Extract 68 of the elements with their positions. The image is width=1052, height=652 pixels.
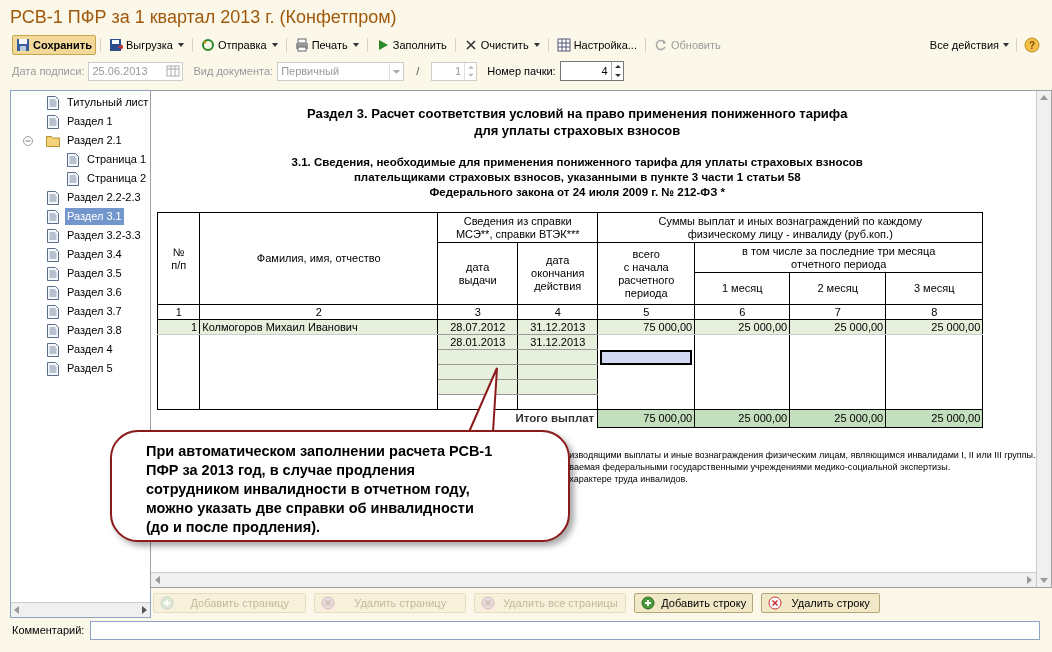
table-cell: 75 000,00	[643, 320, 693, 333]
totals-label: Итого выплат	[515, 412, 595, 424]
pack-number-field[interactable]: 4	[559, 61, 624, 81]
tree-item[interactable]: Раздел 5	[65, 360, 115, 377]
column-number: 3	[474, 305, 481, 318]
tree-item[interactable]: Раздел 2.1	[65, 132, 124, 149]
column-number: 4	[554, 305, 561, 318]
column-number: 1	[175, 305, 182, 318]
footnote-text: изводящими выплаты и иные вознаграждения физическим лицам, являющимся инвалидами I, II или III группы.	[569, 449, 1036, 461]
toolbar-button[interactable]: Выгрузка	[104, 35, 188, 55]
column-header: 3 месяц	[913, 282, 955, 294]
toolbar-button[interactable]: Заполнить	[371, 35, 451, 55]
field-label: Вид документа:	[193, 63, 274, 79]
tree-item[interactable]: Раздел 3.2-3.3	[65, 227, 143, 244]
column-header: Сведения из справки МСЭ**, справки ВТЭК***	[455, 214, 580, 240]
table-cell: 1	[191, 320, 198, 333]
table-cell: 25 000,00	[738, 320, 788, 333]
table-cell: 25 000,00	[931, 320, 981, 333]
window-title: РСВ-1 ПФР за 1 квартал 2013 г. (Конфетпром)	[10, 5, 397, 29]
tree-item[interactable]: Титульный лист	[65, 94, 151, 111]
column-header: дата окончания действия	[531, 254, 585, 292]
toolbar-button[interactable]: Настройка...	[552, 35, 641, 55]
toolbar-button[interactable]: Печать	[290, 35, 363, 55]
column-header: в том числе за последние три месяца отчетного периода	[742, 244, 936, 270]
tree-item[interactable]: Страница 1	[85, 151, 149, 168]
tree-item[interactable]: Страница 2	[85, 170, 149, 187]
field-label: Номер пачки:	[487, 63, 556, 79]
tree-item[interactable]: Раздел 3.5	[65, 265, 124, 282]
section-heading: Раздел 3. Расчет соответствия условий на право применения пониженного тарифа для уплаты страховых взносов	[306, 105, 849, 139]
column-header: Фамилия, имя, отчество	[256, 252, 381, 264]
separator-text: /	[416, 63, 420, 79]
tree-item[interactable]: Раздел 3.4	[65, 246, 124, 263]
toolbar-button[interactable]: Очистить	[459, 35, 544, 55]
page-action-button[interactable]: Добавить строку	[634, 593, 754, 613]
tree-item[interactable]: Раздел 1	[65, 113, 115, 130]
total-cell: 25 000,00	[931, 411, 981, 424]
column-number: 6	[739, 305, 746, 318]
column-number: 7	[834, 305, 841, 318]
tree-item[interactable]: Раздел 3.8	[65, 322, 124, 339]
column-header: 1 месяц	[721, 282, 763, 294]
toolbar-button[interactable]: Сохранить	[12, 35, 96, 55]
footnote-text: характере труда инвалидов.	[569, 473, 689, 485]
column-header: всего с начала расчетного периода	[618, 247, 675, 299]
table-cell: Колмогоров Михаил Иванович	[202, 320, 358, 333]
comment-label: Комментарий:	[12, 622, 85, 638]
toolbar-button[interactable]: Отправка	[196, 35, 282, 55]
column-header: Суммы выплат и иных вознаграждений по каждому физическому лицу - инвалиду (руб.коп.)	[658, 214, 922, 240]
column-number: 2	[315, 305, 322, 318]
total-cell: 75 000,00	[643, 411, 693, 424]
tree-item[interactable]: Раздел 4	[65, 341, 115, 358]
help-icon[interactable]: ?	[1024, 37, 1040, 53]
total-cell: 25 000,00	[834, 411, 884, 424]
tree-item[interactable]: Раздел 3.6	[65, 284, 124, 301]
total-cell: 25 000,00	[738, 411, 788, 424]
column-number: 8	[931, 305, 938, 318]
callout-note: При автоматическом заполнении расчета РСВ-1 ПФР за 2013 год, в случае продления сотрудником инвалидности в отчетном году, можно указать две справки об инвалидности (до и после продления).	[110, 430, 570, 542]
table-cell: 25 000,00	[834, 320, 884, 333]
column-header: 2 месяц	[817, 282, 859, 294]
footnote-text: ваемая федеральными государственными учреждениями медико-социальной экспертизы.	[569, 461, 952, 473]
section-subheading: 3.1. Сведения, необходимые для применения пониженного тарифа для уплаты страховых взносов плательщиками страховых взносов, указанными в пункте 3 части 1 статьи 58 Федерального закона от 24 июля 2009 г. № 212-ФЗ *	[290, 155, 864, 200]
field-label: Дата подписи:	[12, 63, 85, 79]
column-header: дата выдачи	[458, 260, 497, 286]
page-action-button[interactable]: Удалить строку	[761, 593, 881, 613]
all-actions-menu[interactable]: Все действия	[929, 35, 1009, 55]
column-header: № п/п	[171, 245, 187, 271]
tree-item[interactable]: Раздел 3.7	[65, 303, 124, 320]
tree-item[interactable]: Раздел 2.2-2.3	[65, 189, 143, 206]
column-number: 5	[643, 305, 650, 318]
